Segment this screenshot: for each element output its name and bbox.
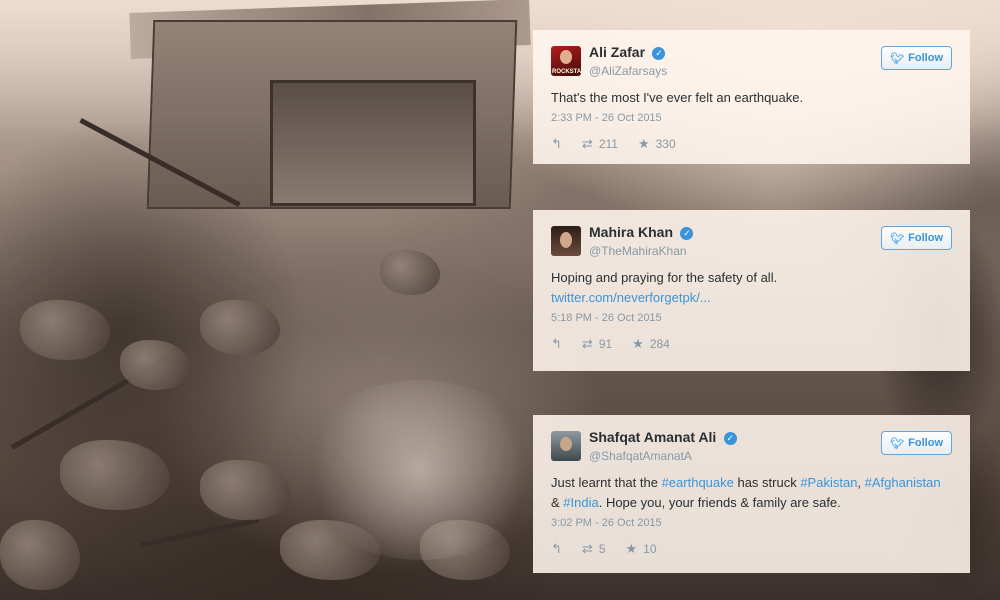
- avatar[interactable]: [551, 431, 581, 461]
- user-handle[interactable]: @AliZafarsays: [589, 64, 667, 78]
- retweet-icon: ⇄: [581, 336, 593, 351]
- reply-icon: ↰: [551, 541, 562, 556]
- follow-button[interactable]: 🐦︎ Follow: [881, 431, 952, 455]
- retweet-icon: ⇄: [581, 541, 593, 556]
- reply-button[interactable]: ↰: [551, 541, 562, 557]
- avatar[interactable]: [551, 226, 581, 256]
- follow-button[interactable]: 🐦︎ Follow: [881, 46, 952, 70]
- tweet-text: Just learnt that the #earthquake has str…: [551, 473, 952, 513]
- tweet-actions: ↰ ⇄ 91 ★ 284: [551, 336, 952, 352]
- favorite-count: 10: [643, 542, 657, 556]
- tweet-text: Hoping and praying for the safety of all…: [551, 268, 952, 308]
- tweet-link[interactable]: twitter.com/neverforgetpk/...: [551, 288, 952, 308]
- tweet-card: Shafqat Amanat Ali ✓ @ShafqatAmanatA 🐦︎ …: [533, 415, 970, 573]
- verified-check-icon: ✓: [723, 432, 737, 445]
- retweet-button[interactable]: ⇄ 5: [582, 541, 606, 557]
- retweet-count: 211: [598, 137, 618, 151]
- tweet-text-segment: . Hope you, your friends & family are sa…: [598, 495, 841, 510]
- verified-check-icon: ✓: [680, 227, 694, 240]
- tweet-card: ROCKSTAR Ali Zafar ✓ @AliZafarsays 🐦︎ Fo…: [533, 30, 970, 164]
- favorite-button[interactable]: ★ 330: [638, 136, 676, 152]
- favorite-button[interactable]: ★ 10: [626, 541, 657, 557]
- hashtag-link[interactable]: #earthquake: [662, 475, 734, 490]
- tweet-text-segment: Hoping and praying for the safety of all…: [551, 270, 778, 285]
- tweet-text-segment: ,: [857, 475, 865, 490]
- tweet-timestamp[interactable]: 5:18 PM - 26 Oct 2015: [551, 312, 952, 324]
- tweet-text-segment: has struck: [733, 475, 801, 490]
- user-handle[interactable]: @TheMahiraKhan: [589, 244, 693, 258]
- tweet-card: Mahira Khan ✓ @TheMahiraKhan 🐦︎ Follow H…: [533, 210, 970, 371]
- star-icon: ★: [625, 541, 638, 556]
- tweet-actions: ↰ ⇄ 5 ★ 10: [551, 541, 952, 557]
- verified-check-icon: ✓: [652, 47, 666, 60]
- favorite-count: 330: [655, 137, 676, 151]
- star-icon: ★: [637, 136, 650, 151]
- hashtag-link[interactable]: #Pakistan: [800, 475, 857, 490]
- reply-icon: ↰: [551, 136, 562, 151]
- tweet-text-segment: That's the most I've ever felt an earthq…: [551, 90, 804, 105]
- tweet-text: That's the most I've ever felt an earthq…: [551, 88, 952, 108]
- twitter-bird-icon: 🐦︎: [890, 52, 905, 65]
- favorite-count: 284: [649, 337, 670, 351]
- star-icon: ★: [632, 336, 644, 351]
- hashtag-link[interactable]: #India: [563, 495, 598, 510]
- retweet-button[interactable]: ⇄ 211: [582, 136, 618, 152]
- retweet-icon: ⇄: [581, 136, 593, 151]
- tweet-text-segment: Just learnt that the: [551, 475, 662, 490]
- reply-button[interactable]: ↰: [551, 336, 562, 352]
- avatar[interactable]: ROCKSTAR: [551, 46, 581, 76]
- user-name[interactable]: Shafqat Amanat Ali: [589, 429, 716, 445]
- twitter-bird-icon: 🐦︎: [890, 232, 905, 245]
- retweet-button[interactable]: ⇄ 91: [582, 336, 612, 352]
- user-name[interactable]: Mahira Khan: [589, 224, 673, 240]
- tweet-text-segment: &: [551, 495, 564, 510]
- follow-button[interactable]: 🐦︎ Follow: [881, 226, 952, 250]
- tweet-timestamp[interactable]: 2:33 PM - 26 Oct 2015: [551, 112, 952, 124]
- retweet-count: 91: [598, 337, 613, 351]
- reply-button[interactable]: ↰: [551, 136, 562, 152]
- tweet-timestamp[interactable]: 3:02 PM - 26 Oct 2015: [551, 517, 952, 529]
- tweet-actions: ↰ ⇄ 211 ★ 330: [551, 136, 952, 152]
- favorite-button[interactable]: ★ 284: [632, 336, 670, 352]
- user-name[interactable]: Ali Zafar: [589, 44, 645, 60]
- reply-icon: ↰: [551, 336, 562, 351]
- hashtag-link[interactable]: #Afghanistan: [865, 475, 941, 490]
- twitter-bird-icon: 🐦︎: [890, 437, 905, 450]
- user-handle[interactable]: @ShafqatAmanatA: [589, 449, 737, 463]
- retweet-count: 5: [598, 542, 606, 556]
